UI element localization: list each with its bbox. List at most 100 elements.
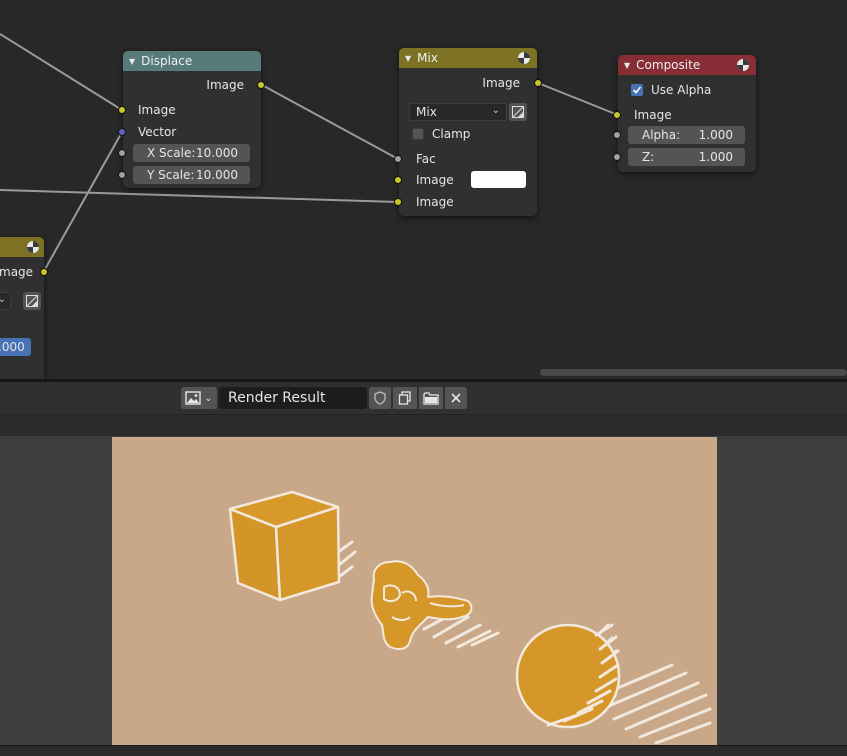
composite-image-socket[interactable] [613,111,621,119]
image-browse-dropdown[interactable]: ⌄ [181,387,217,409]
mix-node[interactable]: ▼ Mix Image Mix ⌄ Clamp Fac Image Image [399,48,537,216]
render-layer-icon [518,52,530,64]
link-partial-to-displace-vector [43,131,123,272]
image-name-field[interactable]: Render Result [219,387,367,409]
unlink-image-button[interactable] [445,387,467,409]
displace-input-vector-socket[interactable] [118,128,126,136]
use-alpha-toggle-icon[interactable] [509,103,527,121]
collapse-arrow-icon[interactable]: ▼ [624,61,630,70]
close-icon [451,393,461,403]
alpha-label: Alpha: [642,128,681,142]
checkmark-icon [632,86,642,94]
clamp-row: Clamp [432,124,470,144]
composite-z-socket[interactable] [613,153,621,161]
partial-output-row: mage [0,262,33,282]
displace-x-scale-socket[interactable] [118,149,126,157]
use-alpha-row: Use Alpha [651,80,711,100]
mix-image-1-row: Image [416,170,454,190]
z-label: Z: [642,150,655,164]
mix-image-2-socket[interactable] [394,198,402,206]
partial-value: .000 [0,340,25,354]
x-scale-label: X Scale: [147,146,196,160]
displace-input-image-socket[interactable] [118,106,126,114]
collapse-arrow-icon[interactable]: ▼ [405,54,411,63]
collapse-arrow-icon[interactable]: ▼ [129,57,135,66]
mix-fac-row: Fac [416,149,436,169]
x-scale-value: 10.000 [196,146,238,160]
y-scale-field[interactable]: Y Scale: 10.000 [133,166,250,184]
link-offscreen-to-displace-image [0,33,123,111]
link-offscreen-to-mix-image [0,189,399,203]
mix-node-title: Mix [417,51,438,65]
new-image-button[interactable] [393,387,417,409]
image-browse-icon[interactable] [23,292,41,310]
alpha-value: 1.000 [698,128,733,142]
sphere-object [515,623,621,729]
use-alpha-label: Use Alpha [651,83,712,97]
open-image-button[interactable] [419,387,443,409]
image-editor-footer [0,745,847,756]
mix-image-1-socket[interactable] [394,176,402,184]
clamp-checkbox[interactable] [412,128,424,140]
partial-output-image-socket[interactable] [40,268,48,276]
displace-input-vector-label: Vector [138,125,177,139]
displace-node-title: Displace [141,54,193,68]
displace-output-row: Image [206,75,244,95]
displace-node[interactable]: ▼ Displace Image Image Vector X Scale: 1… [123,51,261,188]
chevron-down-icon: ⌄ [204,392,213,404]
duplicate-icon [398,391,411,405]
partial-value-field[interactable]: .000 [0,338,31,356]
mix-fac-socket[interactable] [394,155,402,163]
mix-node-header[interactable]: ▼ Mix [399,48,537,68]
horizontal-scrollbar[interactable] [540,369,847,376]
displace-node-header[interactable]: ▼ Displace [123,51,261,71]
cube-object [228,490,341,602]
rendered-scene [228,490,712,745]
mix-output-row: Image [482,73,520,93]
use-alpha-checkbox[interactable] [631,84,643,96]
composite-alpha-socket[interactable] [613,131,621,139]
composite-node-title: Composite [636,58,701,72]
y-scale-label: Y Scale: [147,168,195,182]
partial-output-label: mage [0,265,34,279]
render-result-image [112,437,717,745]
composite-image-row: Image [634,105,672,125]
alpha-field[interactable]: Alpha: 1.000 [628,126,745,144]
mix-output-label: Image [482,76,520,90]
mix-color-swatch[interactable] [471,171,526,188]
partial-image-node[interactable]: mage ⌄ .000 [0,237,48,379]
mix-image-1-label: Image [416,173,454,187]
displace-output-image-socket[interactable] [257,81,265,89]
z-field[interactable]: Z: 1.000 [628,148,745,166]
folder-icon [423,392,439,405]
composite-node-header[interactable]: ▼ Composite [618,55,756,75]
image-editor-tool-strip [0,414,847,437]
node-editor-canvas[interactable]: mage ⌄ .000 ▼ Displace Image Image Vecto… [0,0,847,379]
mix-output-image-socket[interactable] [534,79,542,87]
partial-node-header[interactable] [0,237,44,257]
chevron-down-icon: ⌄ [491,105,500,116]
displace-y-scale-socket[interactable] [118,171,126,179]
displace-output-label: Image [206,78,244,92]
link-mix-to-composite-image [537,82,619,116]
displace-input-image-row: Image [138,100,176,120]
image-name: Render Result [228,390,326,406]
composite-node[interactable]: ▼ Composite Use Alpha Image Alpha: 1.000… [618,55,756,172]
mix-image-2-label: Image [416,195,454,209]
fake-user-button[interactable] [369,387,391,409]
z-value: 1.000 [698,150,733,164]
x-scale-field[interactable]: X Scale: 10.000 [133,144,250,162]
render-layer-icon [27,241,39,253]
y-scale-value: 10.000 [196,168,238,182]
blend-mode-dropdown[interactable]: Mix ⌄ [409,103,507,121]
mix-image-2-row: Image [416,192,454,212]
composite-image-label: Image [634,108,672,122]
displace-input-vector-row: Vector [138,122,176,142]
partial-dropdown[interactable]: ⌄ [0,292,11,310]
mix-fac-label: Fac [416,152,436,166]
chevron-down-icon: ⌄ [0,294,6,305]
image-icon [185,391,201,405]
link-displace-to-mix-fac [261,84,399,160]
blend-mode-value: Mix [416,105,437,119]
render-layer-icon [737,59,749,71]
